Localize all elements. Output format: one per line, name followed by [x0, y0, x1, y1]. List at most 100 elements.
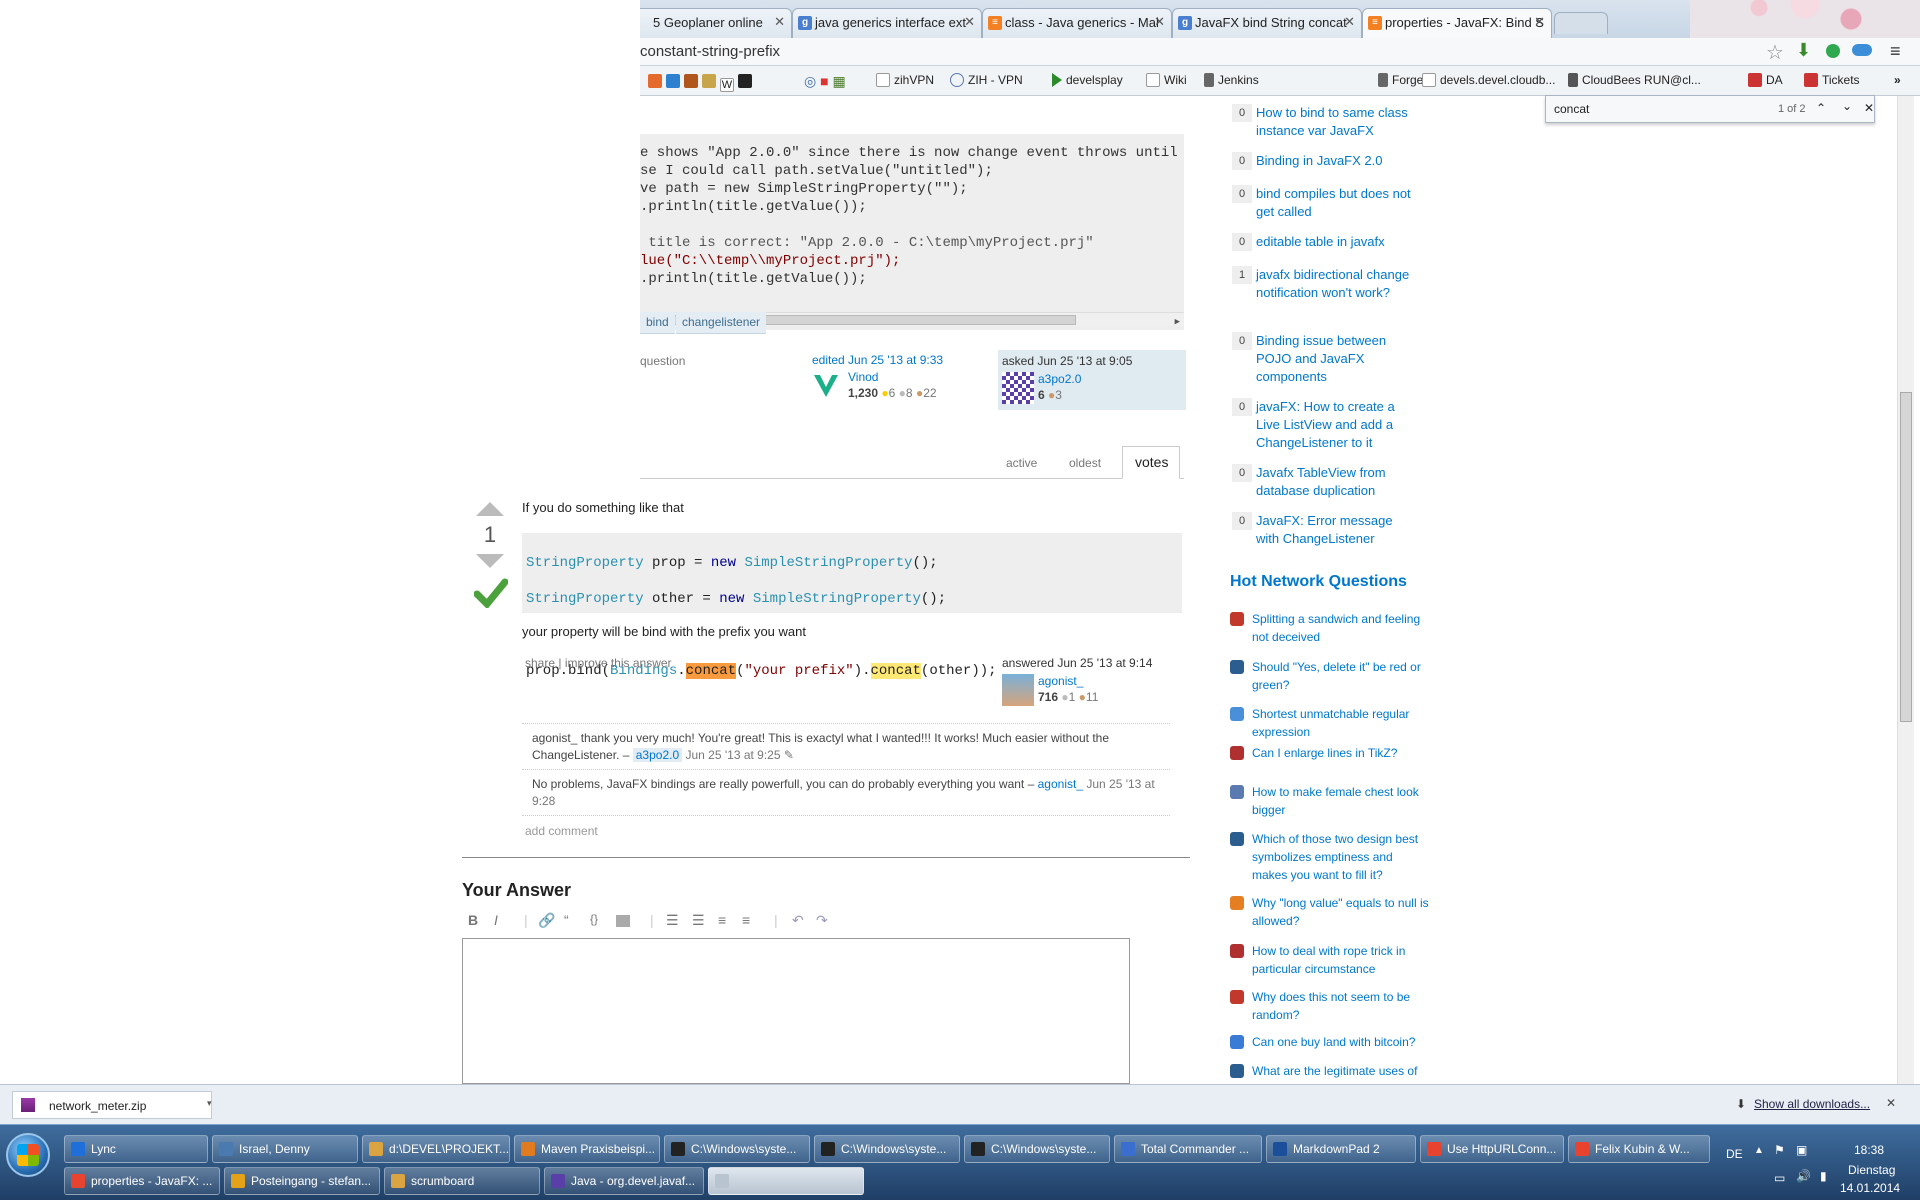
- taskbar-button[interactable]: Java - org.devel.javaf...: [544, 1167, 704, 1195]
- taskbar-button[interactable]: scrumboard: [384, 1167, 540, 1195]
- close-icon[interactable]: ✕: [1344, 14, 1355, 30]
- bookmark-forge[interactable]: Forge: [1378, 73, 1423, 87]
- related-link[interactable]: bind compiles but does not get called: [1256, 185, 1416, 221]
- tab-class-java-generics[interactable]: ≡ class - Java generics - Mal ✕: [982, 8, 1172, 38]
- editor-username[interactable]: Vinod: [848, 370, 878, 384]
- comment-user[interactable]: agonist_: [1038, 777, 1083, 791]
- find-next-icon[interactable]: ⌄: [1842, 99, 1852, 113]
- flag-icon[interactable]: ⚑: [1774, 1143, 1785, 1157]
- download-menu-arrow-icon[interactable]: ▾: [207, 1098, 212, 1109]
- tab-java-generics-interface[interactable]: g java generics interface ext ✕: [792, 8, 982, 38]
- undo-icon[interactable]: ↶: [792, 912, 804, 929]
- clock-date[interactable]: 14.01.2014: [1840, 1181, 1900, 1195]
- agonist-avatar[interactable]: [1002, 674, 1034, 706]
- comment-user[interactable]: a3po2.0: [632, 748, 683, 762]
- redo-icon[interactable]: ↷: [816, 912, 828, 929]
- hot-network-link[interactable]: Splitting a sandwich and feeling not dec…: [1252, 610, 1430, 646]
- taskbar-button[interactable]: C:\Windows\syste...: [964, 1135, 1110, 1163]
- italic-icon[interactable]: I: [494, 912, 498, 928]
- taskbar-button[interactable]: Lync: [64, 1135, 208, 1163]
- hot-network-link[interactable]: How to make female chest look bigger: [1252, 783, 1430, 819]
- language-indicator[interactable]: DE: [1726, 1147, 1743, 1161]
- clock-time[interactable]: 18:38: [1854, 1143, 1884, 1157]
- show-all-downloads-link[interactable]: Show all downloads...: [1754, 1097, 1870, 1111]
- improve-answer-link[interactable]: improve this answer: [565, 656, 672, 670]
- tab-votes[interactable]: votes: [1122, 446, 1180, 479]
- taskbar-button[interactable]: Use HttpURLConn...: [1420, 1135, 1564, 1163]
- find-input[interactable]: concat: [1554, 102, 1589, 116]
- close-icon[interactable]: ✕: [1154, 14, 1165, 30]
- extension-icon[interactable]: [1826, 44, 1840, 58]
- taskbar-button[interactable]: Total Commander ...: [1114, 1135, 1262, 1163]
- related-link[interactable]: javaFX: How to create a Live ListView an…: [1256, 398, 1416, 452]
- bookmark-wiki[interactable]: Wiki: [1146, 73, 1187, 87]
- tab-javafx-bind-string[interactable]: g JavaFX bind String concat ✕: [1172, 8, 1362, 38]
- hot-network-link[interactable]: Which of those two design best symbolize…: [1252, 830, 1430, 884]
- edited-label[interactable]: edited Jun 25 '13 at 9:33: [812, 353, 1002, 367]
- taskbar-button[interactable]: Felix Kubin & W...: [1568, 1135, 1710, 1163]
- hot-network-link[interactable]: Shortest unmatchable regular expression: [1252, 705, 1430, 741]
- tab-active[interactable]: active: [1006, 456, 1037, 470]
- hot-network-link[interactable]: Why does this not seem to be random?: [1252, 988, 1430, 1024]
- related-link[interactable]: Binding in JavaFX 2.0: [1256, 152, 1416, 170]
- download-item[interactable]: network_meter.zip ▾: [12, 1091, 212, 1119]
- hot-network-link[interactable]: Can one buy land with bitcoin?: [1252, 1033, 1430, 1051]
- scrollbar-thumb[interactable]: [1900, 392, 1912, 722]
- related-link[interactable]: javafx bidirectional change notification…: [1256, 266, 1416, 302]
- taskbar-button[interactable]: Maven Praxisbeispi...: [514, 1135, 660, 1163]
- bookmark-misc-icons[interactable]: ◎ ■ ▦: [804, 73, 846, 90]
- code-icon[interactable]: {}: [590, 912, 598, 926]
- answerer-username[interactable]: agonist_: [1038, 674, 1083, 688]
- star-icon[interactable]: ☆: [1766, 40, 1784, 65]
- scroll-right-icon[interactable]: ▶: [1175, 313, 1180, 330]
- upvote-icon[interactable]: [476, 502, 504, 516]
- related-link[interactable]: Binding issue between POJO and JavaFX co…: [1256, 332, 1416, 386]
- add-comment-link[interactable]: add comment: [525, 824, 598, 838]
- network-icon[interactable]: ▣: [1796, 1143, 1807, 1157]
- taskbar-button[interactable]: [708, 1167, 864, 1195]
- downvote-icon[interactable]: [476, 554, 504, 568]
- taskbar-button[interactable]: C:\Windows\syste...: [664, 1135, 810, 1163]
- hot-network-link[interactable]: Can I enlarge lines in TikZ?: [1252, 744, 1430, 762]
- tag-changelistener[interactable]: changelistener: [676, 312, 767, 334]
- link-icon[interactable]: 🔗: [538, 912, 555, 929]
- bullet-list-icon[interactable]: ☰: [692, 912, 705, 929]
- more-bookmarks-button[interactable]: »: [1894, 73, 1901, 87]
- screen-icon[interactable]: ▭: [1774, 1171, 1785, 1185]
- a3po-avatar[interactable]: [1002, 372, 1034, 404]
- tray-expand-icon[interactable]: ▲: [1754, 1145, 1764, 1156]
- taskbar-button[interactable]: MarkdownPad 2: [1266, 1135, 1416, 1163]
- bookmark-cloudbees-run[interactable]: CloudBees RUN@cl...: [1568, 73, 1701, 87]
- bold-icon[interactable]: B: [468, 912, 478, 928]
- hot-network-link[interactable]: How to deal with rope trick in particula…: [1252, 942, 1430, 978]
- power-icon[interactable]: ▮: [1820, 1169, 1827, 1183]
- edit-pencil-icon[interactable]: ✎: [784, 748, 794, 762]
- tab-properties-javafx[interactable]: ≡ properties - JavaFX: Bind S ✕: [1362, 8, 1552, 38]
- clock-day[interactable]: Dienstag: [1848, 1163, 1895, 1177]
- bookmark-da[interactable]: DA: [1748, 73, 1783, 87]
- share-link[interactable]: share: [525, 656, 555, 670]
- related-link[interactable]: Javafx TableView from database duplicati…: [1256, 464, 1416, 500]
- bookmark-devels-cloudbees[interactable]: devels.devel.cloudb...: [1422, 73, 1555, 87]
- bookmark-jenkins[interactable]: Jenkins: [1204, 73, 1259, 87]
- address-bar[interactable]: constant-string-prefix ☆ ⬇ ≡: [640, 38, 1920, 66]
- hot-network-link[interactable]: Why "long value" equals to null is allow…: [1252, 894, 1430, 930]
- taskbar-button[interactable]: C:\Windows\syste...: [814, 1135, 960, 1163]
- url-text[interactable]: constant-string-prefix: [640, 43, 780, 60]
- bookmark-icon-row[interactable]: W: [648, 74, 756, 92]
- vinod-avatar[interactable]: [812, 371, 840, 399]
- taskbar-button[interactable]: Posteingang - stefan...: [224, 1167, 380, 1195]
- close-download-bar-icon[interactable]: ✕: [1886, 1096, 1896, 1110]
- related-link[interactable]: JavaFX: Error message with ChangeListene…: [1256, 512, 1416, 548]
- cloud-icon[interactable]: [1852, 44, 1872, 56]
- ordered-list-icon[interactable]: ☰: [666, 912, 679, 929]
- find-previous-icon[interactable]: ⌃: [1816, 101, 1826, 115]
- heading-icon[interactable]: ≡: [718, 912, 726, 928]
- taskbar-button[interactable]: d:\DEVEL\PROJEKT...: [362, 1135, 510, 1163]
- find-close-icon[interactable]: ✕: [1864, 101, 1874, 115]
- bookmark-tickets[interactable]: Tickets: [1804, 73, 1860, 87]
- start-button[interactable]: [6, 1133, 50, 1177]
- tab-geoplaner[interactable]: 5 Geoplaner online ✕: [640, 8, 792, 38]
- question-action-link[interactable]: question: [640, 354, 685, 368]
- tag-bind[interactable]: bind: [640, 312, 675, 334]
